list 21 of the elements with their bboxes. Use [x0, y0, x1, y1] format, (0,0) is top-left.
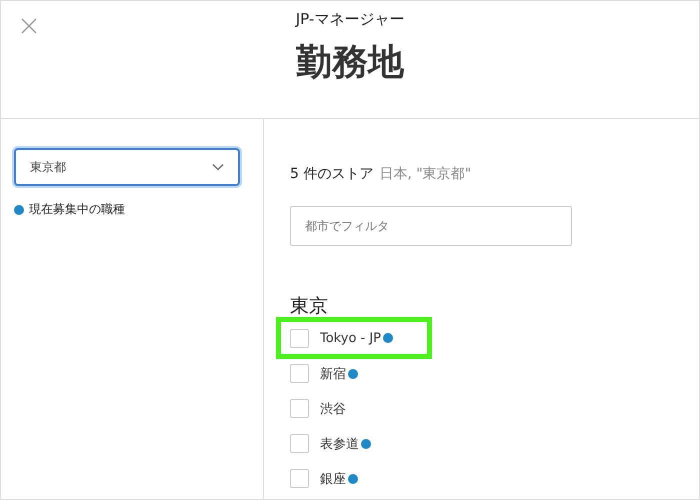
store-name[interactable]: 新宿 — [320, 364, 346, 382]
chevron-down-icon — [212, 163, 224, 171]
store-checkbox[interactable] — [290, 469, 309, 488]
store-checkbox[interactable] — [290, 328, 309, 348]
page-subtitle: JP-マネージャー — [296, 10, 404, 29]
hiring-dot-icon — [14, 204, 24, 214]
store-checkbox[interactable] — [290, 399, 309, 418]
prefecture-select[interactable]: 東京都 — [14, 148, 240, 186]
store-count: 5 件のストア — [290, 165, 374, 183]
store-name[interactable]: 表参道 — [320, 434, 359, 452]
store-name[interactable]: 銀座 — [320, 470, 346, 488]
city-filter-field[interactable]: 都市でフィルタ — [290, 206, 572, 246]
page-title: 勤務地 — [296, 43, 404, 83]
group-heading: 東京 — [290, 294, 329, 319]
store-checkbox[interactable] — [290, 364, 309, 383]
location-label: 日本, "東京都" — [379, 165, 472, 183]
legend-label: 現在募集中の職種 — [29, 201, 125, 218]
store-name[interactable]: Tokyo - JP — [320, 330, 382, 346]
store-checkbox[interactable] — [290, 434, 309, 453]
close-icon[interactable] — [21, 18, 37, 34]
store-name[interactable]: 渋谷 — [320, 400, 346, 418]
